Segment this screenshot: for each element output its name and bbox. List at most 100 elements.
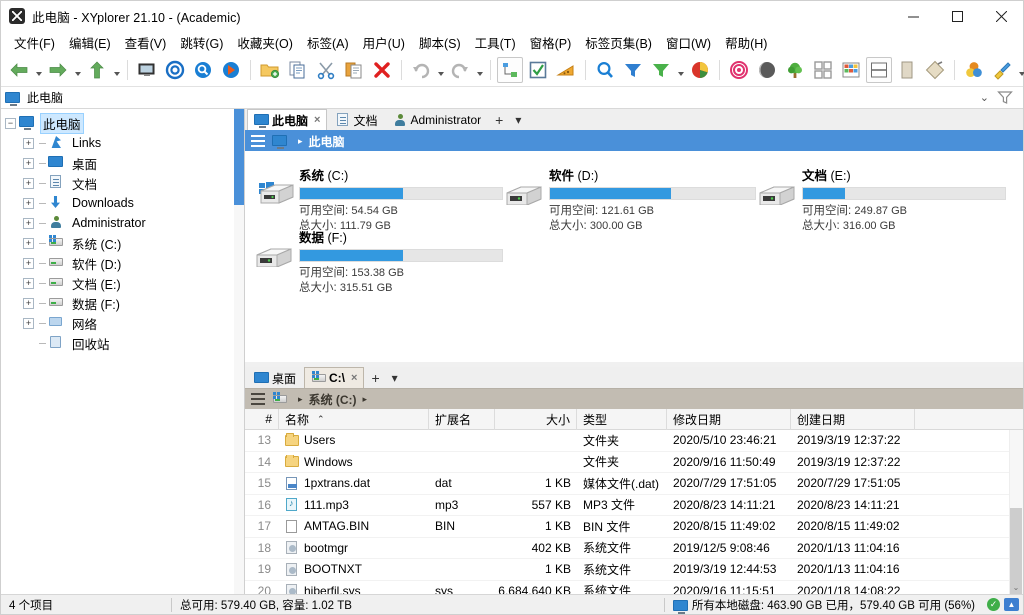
forward-button[interactable] <box>45 57 71 83</box>
menu-tags[interactable]: 标签(A) <box>300 31 356 54</box>
column-header-index[interactable]: # <box>245 408 279 430</box>
tree-item-downloads[interactable]: + Downloads <box>5 193 244 213</box>
cheese-icon[interactable] <box>553 57 579 83</box>
top-pane-breadcrumb[interactable]: ▸ 此电脑 <box>245 131 1023 151</box>
tree-item-documents[interactable]: + 文档 <box>5 173 244 193</box>
menu-user[interactable]: 用户(U) <box>356 31 412 54</box>
monitor-icon[interactable] <box>134 57 160 83</box>
tree-item-drive-d[interactable]: + 软件 (D:) <box>5 253 244 273</box>
thumbnails-icon[interactable] <box>838 57 864 83</box>
menu-tools[interactable]: 工具(T) <box>468 31 523 54</box>
row-name[interactable]: Users <box>279 433 429 447</box>
tree-item-administrator[interactable]: + Administrator <box>5 213 244 233</box>
spiral-icon[interactable] <box>726 57 752 83</box>
bottom-pane-breadcrumb[interactable]: ▸ 系统 (C:) ▸ <box>245 389 1023 409</box>
redo-icon[interactable] <box>447 57 473 83</box>
menu-panes[interactable]: 窗格(P) <box>523 31 579 54</box>
table-row[interactable]: 19 BOOTNXT 1 KB 系统文件 2019/3/19 12:44:53 … <box>245 559 1023 581</box>
funnel-green-icon[interactable] <box>648 57 674 83</box>
single-pane-icon[interactable] <box>894 57 920 83</box>
tree-expander-plus[interactable]: + <box>23 257 34 269</box>
forward-dropdown-caret[interactable] <box>72 57 83 83</box>
tree-item-recycle-bin[interactable]: 回收站 <box>5 333 244 353</box>
menu-help[interactable]: 帮助(H) <box>718 31 774 54</box>
tree-scrollbar-thumb[interactable] <box>234 109 244 205</box>
go-arrow-icon[interactable] <box>218 57 244 83</box>
breadcrumb-arrow-icon[interactable]: ▸ <box>292 136 309 147</box>
funnel-blue-icon[interactable] <box>620 57 646 83</box>
menu-scripting[interactable]: 脚本(S) <box>412 31 468 54</box>
pie-chart-icon[interactable] <box>687 57 713 83</box>
back-dropdown-caret[interactable] <box>33 57 44 83</box>
color-circles-icon[interactable] <box>961 57 987 83</box>
pane-menu-icon[interactable] <box>251 135 265 147</box>
redo-dropdown-caret[interactable] <box>474 57 485 83</box>
drive-card-e[interactable]: 文档 (E:) 可用空间: 249.87 GB 总大小: 316.00 GB <box>756 159 1006 232</box>
tree-expander-plus[interactable]: + <box>23 177 34 189</box>
tab-this-pc[interactable]: 此电脑 × <box>247 109 328 130</box>
column-header-size[interactable]: 大小 <box>495 408 577 430</box>
breadcrumb-trailing-arrow-icon[interactable]: ▸ <box>357 394 374 405</box>
drive-card-f[interactable]: 数据 (F:) 可用空间: 153.38 GB 总大小: 315.51 GB <box>253 221 503 294</box>
tree-item-desktop[interactable]: + 桌面 <box>5 153 244 173</box>
maximize-button[interactable] <box>935 1 979 31</box>
tab-close-icon[interactable]: × <box>314 114 320 126</box>
address-bar[interactable]: 此电脑 ⌄ <box>1 87 1023 109</box>
table-row[interactable]: 13 Users 文件夹 2020/5/10 23:46:21 2019/3/1… <box>245 430 1023 452</box>
tree-item-this-pc[interactable]: − 此电脑 <box>5 112 244 134</box>
new-tab-button[interactable]: + <box>365 368 385 388</box>
magnifier-blue-icon[interactable] <box>190 57 216 83</box>
drive-card-d[interactable]: 软件 (D:) 可用空间: 121.61 GB 总大小: 300.00 GB <box>503 159 756 232</box>
tree-item-network[interactable]: + 网络 <box>5 313 244 333</box>
funnel-dropdown-caret[interactable] <box>675 57 686 83</box>
table-row[interactable]: 15 1pxtrans.dat dat 1 KB 媒体文件(.dat) 2020… <box>245 473 1023 495</box>
chevron-down-icon[interactable]: ⌄ <box>972 91 997 104</box>
table-row[interactable]: 20 hiberfil.sys sys 6,684,640 KB 系统文件 20… <box>245 581 1023 594</box>
tree-expander-plus[interactable]: + <box>23 157 34 169</box>
diamond-preview-icon[interactable] <box>922 57 948 83</box>
column-header-type[interactable]: 类型 <box>577 408 667 430</box>
menu-favorites[interactable]: 收藏夹(O) <box>230 31 300 54</box>
tab-desktop[interactable]: 桌面 <box>247 367 303 388</box>
row-name[interactable]: Windows <box>279 454 429 469</box>
menu-tabsets[interactable]: 标签页集(B) <box>578 31 659 54</box>
tree-sync-icon[interactable] <box>497 56 523 83</box>
file-list-scrollbar[interactable]: ⌄ <box>1009 430 1023 594</box>
drives-view[interactable]: 系统 (C:) 可用空间: 54.54 GB 总大小: 111.79 GB 软件… <box>245 151 1023 362</box>
target-icon[interactable] <box>162 57 188 83</box>
tree-expander-plus[interactable]: + <box>23 277 34 289</box>
drive-card-c[interactable]: 系统 (C:) 可用空间: 54.54 GB 总大小: 111.79 GB <box>253 159 503 232</box>
undo-dropdown-caret[interactable] <box>435 57 446 83</box>
undo-icon[interactable] <box>408 57 434 83</box>
scissors-icon[interactable] <box>313 57 339 83</box>
pane-menu-icon[interactable] <box>251 393 265 405</box>
horizontal-split-icon[interactable] <box>866 56 892 83</box>
red-x-icon[interactable] <box>369 57 395 83</box>
minimize-button[interactable] <box>891 1 935 31</box>
tree-expander-plus[interactable]: + <box>23 137 34 149</box>
back-button[interactable] <box>6 57 32 83</box>
column-headers[interactable]: # 名称 ⌃ 扩展名 大小 类型 修改日期 创建日期 <box>245 408 1023 430</box>
close-button[interactable] <box>979 1 1023 31</box>
top-pane-tabbar[interactable]: 此电脑 × 文档 Administrator + ▾ <box>245 109 1023 131</box>
table-row[interactable]: 16 111.mp3 mp3 557 KB MP3 文件 2020/8/23 1… <box>245 495 1023 516</box>
column-header-name[interactable]: 名称 ⌃ <box>279 408 429 430</box>
up-button[interactable] <box>84 57 110 83</box>
funnel-icon[interactable] <box>997 90 1019 106</box>
bottom-pane-tabbar[interactable]: 桌面 C:\ × + ▾ <box>245 367 1023 389</box>
tab-menu-button[interactable]: ▾ <box>386 368 404 388</box>
tree-expander-plus[interactable]: + <box>23 217 34 229</box>
file-rows[interactable]: 13 Users 文件夹 2020/5/10 23:46:21 2019/3/1… <box>245 430 1023 594</box>
folder-new-icon[interactable] <box>257 57 283 83</box>
table-row[interactable]: 14 Windows 文件夹 2020/9/16 11:50:49 2019/3… <box>245 452 1023 473</box>
magnifier-icon[interactable] <box>592 57 618 83</box>
tab-menu-button[interactable]: ▾ <box>509 110 527 130</box>
tab-documents[interactable]: 文档 <box>328 109 384 130</box>
row-name[interactable]: 1pxtrans.dat <box>279 476 429 490</box>
up-dropdown-caret[interactable] <box>111 57 122 83</box>
status-ok-icon[interactable]: ✓ <box>987 598 1000 611</box>
table-row[interactable]: 18 bootmgr 402 KB 系统文件 2019/12/5 9:08:46… <box>245 538 1023 559</box>
four-panes-icon[interactable] <box>810 57 836 83</box>
menu-edit[interactable]: 编辑(E) <box>62 31 118 54</box>
tree-icon[interactable] <box>782 57 808 83</box>
